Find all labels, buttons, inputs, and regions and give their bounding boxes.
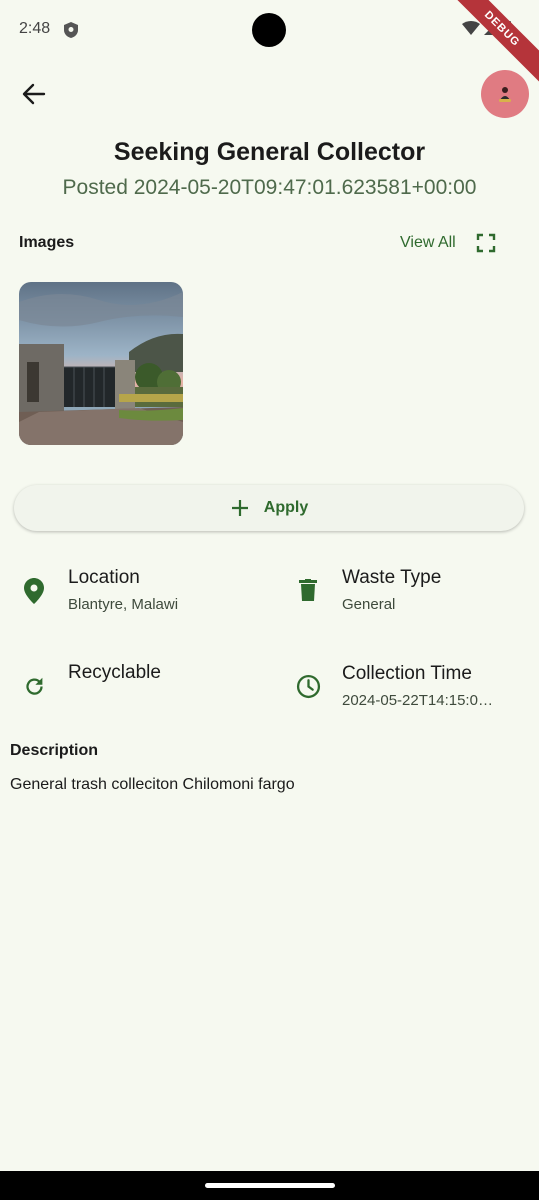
trash-icon <box>299 579 317 601</box>
image-thumbnail[interactable] <box>19 282 183 445</box>
posted-prefix: Posted <box>62 176 128 199</box>
location-pin-icon <box>24 578 44 604</box>
description-label: Description <box>10 742 99 759</box>
images-label: Images <box>19 234 75 251</box>
house-photo <box>19 282 183 445</box>
apply-button[interactable]: Apply <box>14 485 524 531</box>
shield-icon <box>64 22 78 38</box>
system-nav-bar <box>0 1171 539 1200</box>
refresh-icon <box>26 677 43 695</box>
avatar[interactable] <box>481 70 529 118</box>
status-bar: 2:48 DEBUG <box>0 0 539 90</box>
status-time: 2:48 <box>19 20 51 37</box>
location-value: Blantyre, Malawi <box>68 596 179 613</box>
recyclable-title: Recyclable <box>68 662 161 683</box>
collection-time-value: 2024-05-22T14:15:0… <box>342 692 493 709</box>
fullscreen-icon[interactable] <box>476 233 496 253</box>
collection-time-title: Collection Time <box>342 663 472 684</box>
view-all-link[interactable]: View All <box>400 234 456 252</box>
wifi-icon <box>462 20 480 35</box>
home-gesture-handle[interactable] <box>205 1183 335 1188</box>
apply-label: Apply <box>263 499 309 516</box>
location-title: Location <box>68 567 140 588</box>
posted-timestamp: Posted 2024-05-20T09:47:01.623581+00:00 <box>0 176 539 200</box>
back-arrow-icon[interactable] <box>20 80 48 108</box>
page-title: Seeking General Collector <box>113 138 426 166</box>
waste-type-value: General <box>342 596 396 613</box>
clock-icon <box>296 674 321 699</box>
avatar-figure-icon <box>499 87 511 102</box>
plus-icon <box>231 500 248 516</box>
waste-type-title: Waste Type <box>342 567 442 588</box>
posted-time: 2024-05-20T09:47:01.623581+00:00 <box>133 176 477 199</box>
front-camera <box>252 13 286 47</box>
description-text: General trash colleciton Chilomoni fargo <box>10 776 295 793</box>
